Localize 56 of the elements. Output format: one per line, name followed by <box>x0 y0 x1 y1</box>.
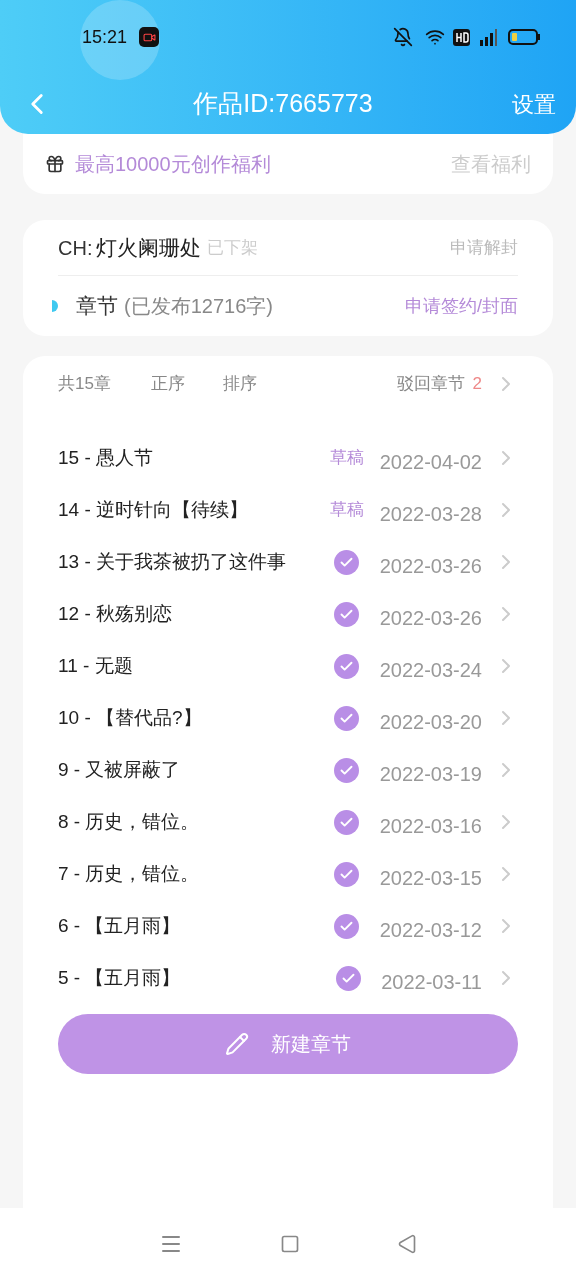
record-icon <box>139 27 160 47</box>
battery-icon <box>508 29 540 45</box>
section-marker-icon <box>52 300 58 312</box>
chapter-date: 2022-03-19 <box>379 762 482 787</box>
draft-label: 草稿 <box>329 499 364 522</box>
check-icon <box>334 653 360 679</box>
chapter-title[interactable]: 14 - 逆时针向【待续】 <box>58 495 322 525</box>
check-icon <box>334 757 360 783</box>
rejected-count: 2 <box>472 373 482 396</box>
draft-label: 草稿 <box>329 447 364 470</box>
chapter-title[interactable]: 9 - 又被屏蔽了 <box>58 755 322 785</box>
chapter-date: 2022-03-26 <box>379 554 482 579</box>
hd-icon <box>453 28 470 46</box>
page-title: 作品ID:7665773 <box>192 88 374 120</box>
gift-icon <box>45 154 65 174</box>
status-time: 15:21 <box>82 25 128 49</box>
chapter-title[interactable]: 11 - 无题 <box>58 651 322 681</box>
mute-icon <box>393 27 413 47</box>
check-icon <box>334 861 360 887</box>
home-icon[interactable] <box>280 1234 300 1254</box>
published-count: (已发布12716字) <box>124 294 274 319</box>
sort-button[interactable]: 排序 <box>222 371 397 397</box>
check-icon <box>334 601 360 627</box>
chapter-date: 2022-03-15 <box>379 866 482 891</box>
check-icon <box>334 549 360 575</box>
chapter-title[interactable]: 5 - 【五月雨】 <box>58 963 324 993</box>
order-toggle[interactable]: 正序 <box>150 371 185 397</box>
section-label: 章节 <box>76 293 118 320</box>
chapter-date: 2022-03-28 <box>379 502 482 527</box>
work-prefix: CH: <box>58 235 93 261</box>
chapter-date: 2022-04-02 <box>379 450 482 475</box>
chapter-title[interactable]: 8 - 历史，错位。 <box>58 807 322 837</box>
pencil-icon <box>225 1032 249 1056</box>
chapter-title[interactable]: 6 - 【五月雨】 <box>58 911 322 941</box>
chapter-date: 2022-03-24 <box>379 658 482 683</box>
check-icon <box>334 705 360 731</box>
check-icon <box>334 913 360 939</box>
signal-icon <box>478 28 498 46</box>
check-icon <box>335 965 361 991</box>
back-nav-icon[interactable] <box>397 1234 418 1254</box>
check-icon <box>334 809 360 835</box>
chapter-count: 共15章 <box>58 373 111 396</box>
chapter-title[interactable]: 15 - 愚人节 <box>58 443 322 473</box>
work-name: 灯火阑珊处 <box>96 234 202 261</box>
chapter-date: 2022-03-16 <box>379 814 482 839</box>
chapter-date: 2022-03-26 <box>379 606 482 631</box>
chapter-title[interactable]: 12 - 秋殇别恋 <box>58 599 322 629</box>
welfare-text: 最高10000元创作福利 <box>75 152 272 177</box>
chapter-title[interactable]: 7 - 历史，错位。 <box>58 859 322 889</box>
chapter-date: 2022-03-12 <box>379 918 482 943</box>
chapter-title[interactable]: 13 - 关于我茶被扔了这件事 <box>58 547 322 577</box>
wifi-icon <box>425 27 445 47</box>
chapter-title[interactable]: 10 - 【替代品?】 <box>58 703 322 733</box>
chapter-date: 2022-03-11 <box>381 970 482 995</box>
rejected-link[interactable]: 驳回章节 <box>396 371 465 397</box>
chapter-date: 2022-03-20 <box>379 710 482 735</box>
